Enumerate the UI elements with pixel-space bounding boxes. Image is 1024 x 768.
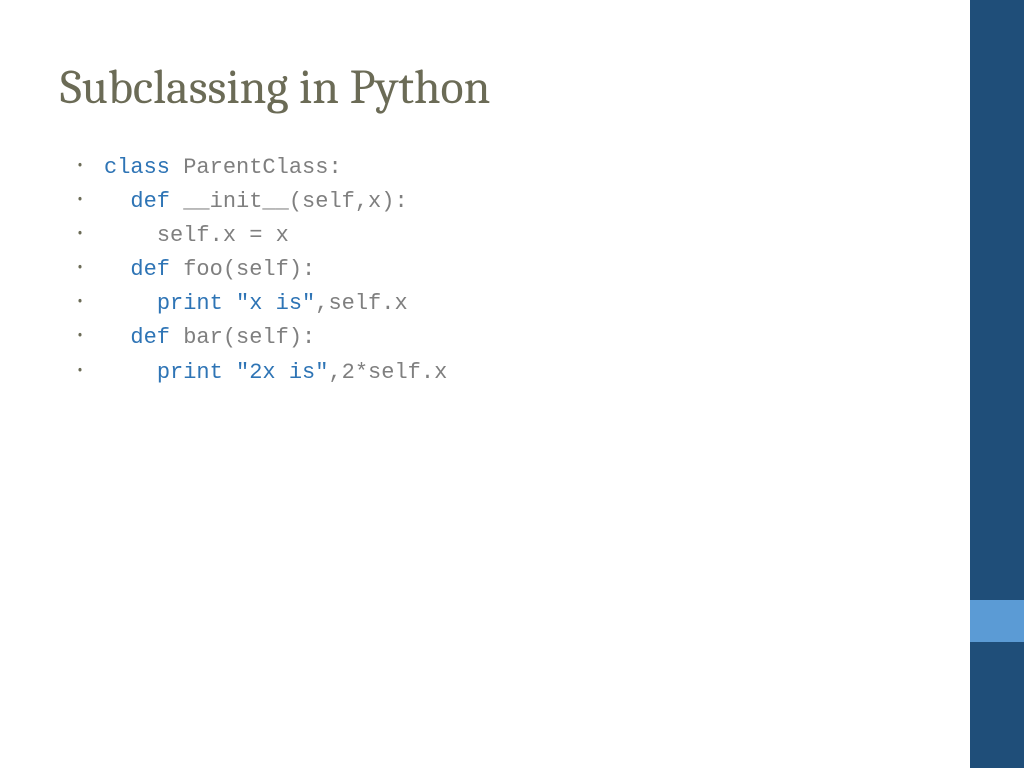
code-line: def __init__(self,x): — [76, 185, 910, 219]
keyword: class — [104, 155, 170, 180]
code-text: self.x = x — [157, 223, 289, 248]
code-line: def bar(self): — [76, 321, 910, 355]
keyword: def — [130, 257, 170, 282]
code-text: ,2*self.x — [328, 360, 447, 385]
code-line: print "x is",self.x — [76, 287, 910, 321]
string-literal: "x is" — [236, 291, 315, 316]
string-literal: "2x is" — [236, 360, 328, 385]
keyword: def — [130, 189, 170, 214]
keyword: def — [130, 325, 170, 350]
keyword: print — [157, 360, 223, 385]
code-line: print "2x is",2*self.x — [76, 356, 910, 390]
code-line: self.x = x — [76, 219, 910, 253]
code-text: ParentClass: — [170, 155, 342, 180]
indent — [104, 325, 130, 350]
indent — [104, 223, 157, 248]
space — [223, 360, 236, 385]
code-text: ,self.x — [315, 291, 407, 316]
indent — [104, 360, 157, 385]
keyword: print — [157, 291, 223, 316]
code-text: foo(self): — [170, 257, 315, 282]
indent — [104, 257, 130, 282]
code-text: __init__ — [170, 189, 289, 214]
code-block: class ParentClass: def __init__(self,x):… — [60, 151, 910, 390]
slide-title: Subclassing in Python — [60, 60, 910, 115]
indent — [104, 291, 157, 316]
code-text: bar(self): — [170, 325, 315, 350]
space — [223, 291, 236, 316]
code-line: def foo(self): — [76, 253, 910, 287]
sidebar-accent-band — [970, 600, 1024, 642]
sidebar-dark-band — [970, 0, 1024, 768]
slide-body: Subclassing in Python class ParentClass:… — [0, 0, 970, 768]
code-text: (self,x): — [289, 189, 408, 214]
code-line: class ParentClass: — [76, 151, 910, 185]
indent — [104, 189, 130, 214]
